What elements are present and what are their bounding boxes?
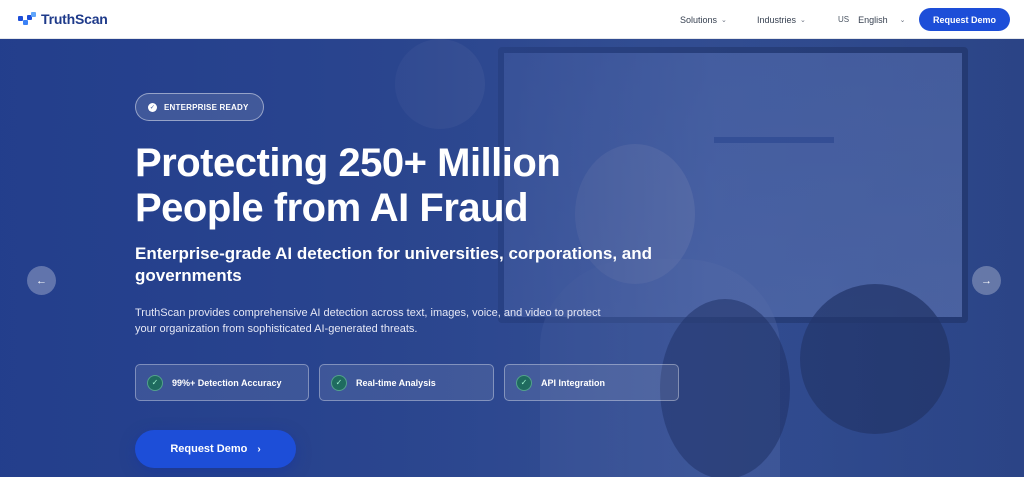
hero-title-line2: People from AI Fraud [135, 186, 529, 230]
check-icon: ✓ [147, 374, 163, 391]
feature-label: Real-time Analysis [356, 377, 436, 388]
language-selector[interactable]: US English ⌄ [838, 15, 906, 25]
cta-label: Request Demo [170, 443, 248, 455]
nav-solutions-menu[interactable]: Solutions ⌄ [680, 15, 727, 25]
top-navbar: TruthScan Solutions ⌄ Industries ⌄ US En… [0, 0, 1024, 39]
badge-label: ENTERPRISE READY [164, 102, 249, 112]
logo[interactable]: TruthScan [18, 11, 108, 27]
nav-industries-label: Industries [757, 14, 797, 25]
logo-mark-icon [18, 12, 36, 26]
nav-industries-menu[interactable]: Industries ⌄ [757, 15, 806, 25]
feature-label: API Integration [541, 377, 606, 388]
hero-title: Protecting 250+ Million People from AI F… [135, 141, 695, 231]
chevron-right-icon: › [257, 443, 261, 455]
carousel-next-button[interactable]: → [972, 266, 1001, 295]
feature-label: 99%+ Detection Accuracy [172, 377, 282, 388]
hero-title-line1: Protecting 250+ Million [135, 141, 561, 185]
nav-solutions-label: Solutions [680, 14, 718, 25]
feature-detection-accuracy: ✓ 99%+ Detection Accuracy [135, 364, 309, 401]
check-icon: ✓ [516, 374, 532, 391]
language-label: English [858, 14, 888, 25]
chevron-down-icon: ⌄ [899, 16, 906, 24]
hero-subtitle: Enterprise-grade AI detection for univer… [135, 244, 653, 285]
hero-description: TruthScan provides comprehensive AI dete… [135, 307, 601, 335]
hero-section: ✓ ENTERPRISE READY Protecting 250+ Milli… [0, 39, 1024, 477]
logo-text: TruthScan [41, 11, 108, 27]
feature-realtime-analysis: ✓ Real-time Analysis [319, 364, 494, 401]
nav-request-demo-button[interactable]: Request Demo [918, 8, 1010, 31]
check-icon: ✓ [148, 102, 157, 112]
chevron-down-icon: ⌄ [721, 16, 727, 24]
carousel-prev-button[interactable]: ← [27, 266, 56, 295]
chevron-down-icon: ⌄ [800, 16, 806, 24]
hero-request-demo-button[interactable]: Request Demo › [135, 430, 296, 468]
language-flag-code: US [838, 15, 850, 24]
arrow-right-icon: → [981, 274, 992, 287]
enterprise-ready-badge: ✓ ENTERPRISE READY [135, 93, 264, 121]
feature-list: ✓ 99%+ Detection Accuracy ✓ Real-time An… [135, 364, 689, 401]
feature-api-integration: ✓ API Integration [504, 364, 679, 401]
check-icon: ✓ [331, 374, 347, 391]
arrow-left-icon: ← [36, 274, 47, 287]
